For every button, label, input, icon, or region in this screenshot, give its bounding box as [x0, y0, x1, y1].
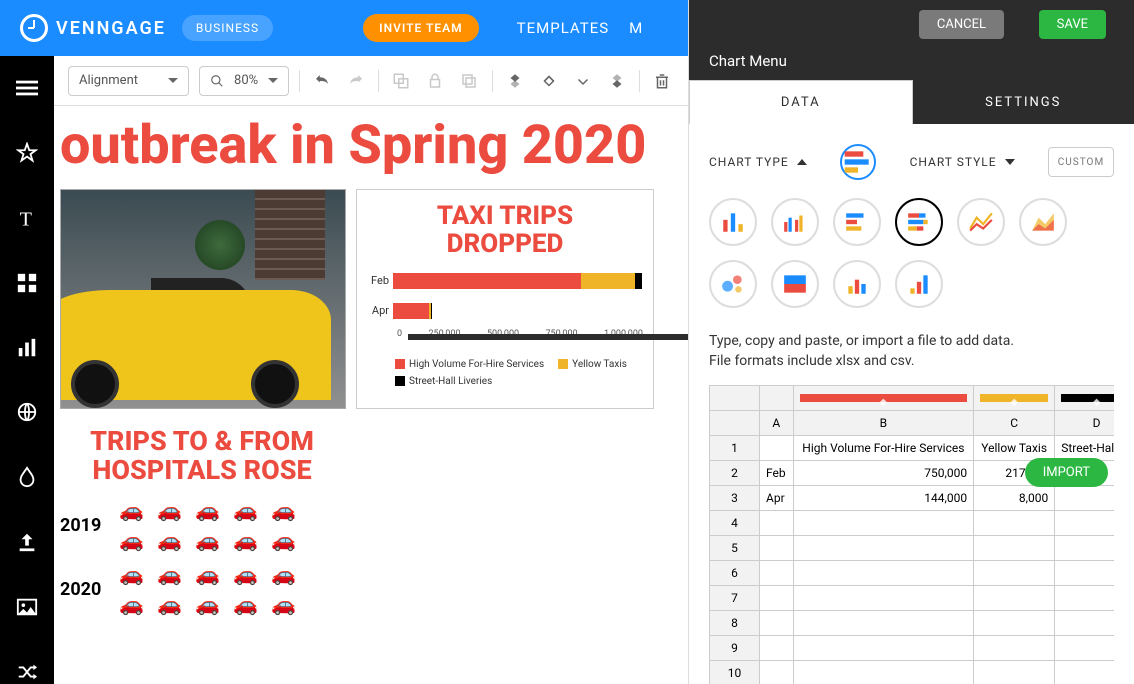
menu-icon[interactable]	[13, 76, 41, 101]
cancel-button[interactable]: CANCEL	[919, 10, 1004, 39]
upload-icon[interactable]	[13, 530, 41, 555]
car-grid-2019: 🚗🚗🚗🚗🚗 🚗🚗🚗🚗🚗	[119, 500, 301, 550]
zoom-dropdown[interactable]: 80%	[199, 66, 289, 96]
chart-type-sorted-bar[interactable]	[895, 260, 943, 308]
search-icon	[210, 74, 224, 88]
car-grid-2020: 🚗🚗🚗🚗🚗 🚗🚗🚗🚗🚗	[119, 564, 301, 614]
delete-button[interactable]	[650, 68, 674, 94]
year-2019: 2019	[60, 515, 101, 536]
panel-body: CHART TYPE CHART STYLE CUSTOM Type, copy…	[689, 124, 1134, 684]
redo-button[interactable]	[344, 68, 368, 94]
bring-forward-button[interactable]	[537, 68, 561, 94]
taxi-photo[interactable]	[60, 189, 346, 409]
templates-link[interactable]: TEMPLATES	[517, 19, 609, 37]
chart-type-bar[interactable]	[833, 198, 881, 246]
tool-sidebar: T	[0, 56, 54, 684]
zoom-value: 80%	[234, 73, 258, 88]
chart-icon[interactable]	[13, 335, 41, 360]
plan-pill[interactable]: BUSINESS	[182, 15, 273, 41]
shuffle-icon[interactable]	[13, 659, 41, 684]
star-icon[interactable]	[13, 141, 41, 166]
chart-menu-panel: CANCEL SAVE Chart Menu DATA SETTINGS CHA…	[688, 0, 1134, 684]
copy-button[interactable]	[457, 68, 481, 94]
send-backward-button[interactable]	[571, 68, 595, 94]
selected-chart-type-icon[interactable]	[840, 144, 876, 180]
chevron-up-icon	[797, 159, 807, 165]
section2-title: TRIPS TO & FROMHOSPITALS ROSE	[60, 427, 344, 486]
panel-header: CANCEL SAVE Chart Menu	[689, 0, 1134, 80]
data-hint: Type, copy and paste, or import a file t…	[709, 332, 1114, 371]
chart-style-label[interactable]: CHART STYLE	[910, 155, 1015, 169]
bring-to-front-button[interactable]	[502, 68, 526, 94]
chart-type-stacked-area[interactable]	[771, 260, 819, 308]
send-to-back-button[interactable]	[605, 68, 629, 94]
chevron-down-icon	[268, 78, 278, 83]
panel-title: Chart Menu	[709, 52, 787, 70]
lock-button[interactable]	[423, 68, 447, 94]
col-c[interactable]: ◆	[974, 386, 1055, 411]
brand-name: VENNGAGE	[56, 18, 166, 39]
chart-legend: High Volume For-Hire Services Yellow Tax…	[395, 359, 643, 387]
import-button[interactable]: IMPORT	[1025, 458, 1108, 487]
invite-team-button[interactable]: INVITE TEAM	[363, 14, 479, 42]
col-d[interactable]: ◆	[1055, 386, 1114, 411]
bar-label-apr: Apr	[367, 304, 393, 317]
card-title: TAXI TRIPSDROPPED	[367, 202, 643, 259]
image-icon[interactable]	[13, 594, 41, 619]
editor-toolbar: Alignment 80%	[54, 56, 688, 106]
chart-type-label[interactable]: CHART TYPE	[709, 155, 807, 169]
year-2020: 2020	[60, 579, 101, 600]
chevron-down-icon	[1005, 159, 1015, 165]
logo[interactable]: VENNGAGE	[20, 14, 166, 42]
chart-type-bubble[interactable]	[709, 260, 757, 308]
panel-tabs: DATA SETTINGS	[689, 80, 1134, 124]
globe-icon[interactable]	[13, 400, 41, 425]
chart-type-stacked-bar[interactable]	[895, 198, 943, 246]
data-sheet[interactable]: ◆ ◆ ◆ A B C D 1 High Volume For-Hire Ser…	[709, 385, 1114, 684]
tab-settings[interactable]: SETTINGS	[913, 80, 1134, 124]
alignment-dropdown[interactable]: Alignment	[68, 66, 189, 96]
logo-icon	[20, 14, 48, 42]
chart-type-histogram[interactable]	[833, 260, 881, 308]
alignment-label: Alignment	[79, 73, 138, 88]
undo-button[interactable]	[310, 68, 334, 94]
bar-label-feb: Feb	[367, 274, 393, 287]
chart-type-area[interactable]	[1019, 198, 1067, 246]
hospitals-section[interactable]: TRIPS TO & FROMHOSPITALS ROSE 2019 🚗🚗🚗🚗🚗…	[54, 409, 344, 614]
col-a[interactable]	[760, 386, 794, 411]
headline-text[interactable]: outbreak in Spring 2020	[54, 106, 688, 189]
design-canvas[interactable]: outbreak in Spring 2020 TAXI TRIPSDROPPE…	[54, 106, 688, 684]
col-b[interactable]: ◆	[793, 386, 974, 411]
group-button[interactable]	[389, 68, 413, 94]
shapes-icon[interactable]	[13, 270, 41, 295]
chart-type-column[interactable]	[709, 198, 757, 246]
chevron-down-icon	[168, 78, 178, 83]
corner-cell	[710, 386, 760, 411]
taxi-chart-card[interactable]: TAXI TRIPSDROPPED Feb Apr	[356, 189, 654, 409]
svg-text:T: T	[20, 208, 32, 229]
chart-type-grid	[709, 198, 1114, 308]
custom-style-button[interactable]: CUSTOM	[1048, 147, 1114, 177]
text-icon[interactable]: T	[13, 206, 41, 231]
tab-data[interactable]: DATA	[689, 80, 913, 124]
save-button[interactable]: SAVE	[1039, 10, 1106, 39]
nav-cutoff: M	[629, 19, 642, 37]
divider	[408, 334, 688, 340]
drop-icon[interactable]	[13, 465, 41, 490]
bar-chart: Feb Apr 0 25	[367, 269, 643, 353]
chart-type-grouped-column[interactable]	[771, 198, 819, 246]
chart-type-line[interactable]	[957, 198, 1005, 246]
